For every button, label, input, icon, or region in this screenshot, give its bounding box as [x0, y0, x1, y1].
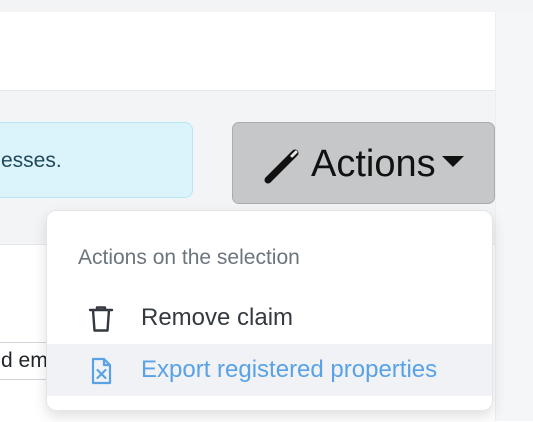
- info-alert-text: esses.: [1, 149, 62, 172]
- actions-dropdown-menu: Actions on the selection Remove claim Ex…: [46, 210, 493, 411]
- menu-item-export-label: Export registered properties: [141, 356, 438, 383]
- trash-icon: [88, 306, 114, 332]
- menu-item-remove-claim[interactable]: Remove claim: [47, 292, 492, 344]
- info-alert: esses.: [0, 122, 193, 198]
- caret-down-icon: [442, 156, 464, 167]
- header-panel: [0, 12, 495, 91]
- top-band: [0, 0, 533, 12]
- actions-button[interactable]: Actions: [232, 122, 495, 204]
- menu-item-export-registered-properties[interactable]: Export registered properties: [47, 344, 492, 396]
- menu-item-remove-claim-label: Remove claim: [141, 304, 294, 331]
- file-excel-icon: [91, 357, 112, 385]
- partial-input-value: d em: [1, 349, 48, 372]
- actions-button-label: Actions: [311, 143, 436, 185]
- right-gutter: [495, 12, 533, 421]
- partial-input-field[interactable]: d em: [0, 342, 50, 380]
- dropdown-header: Actions on the selection: [78, 246, 300, 269]
- magic-wand-icon: [264, 149, 299, 184]
